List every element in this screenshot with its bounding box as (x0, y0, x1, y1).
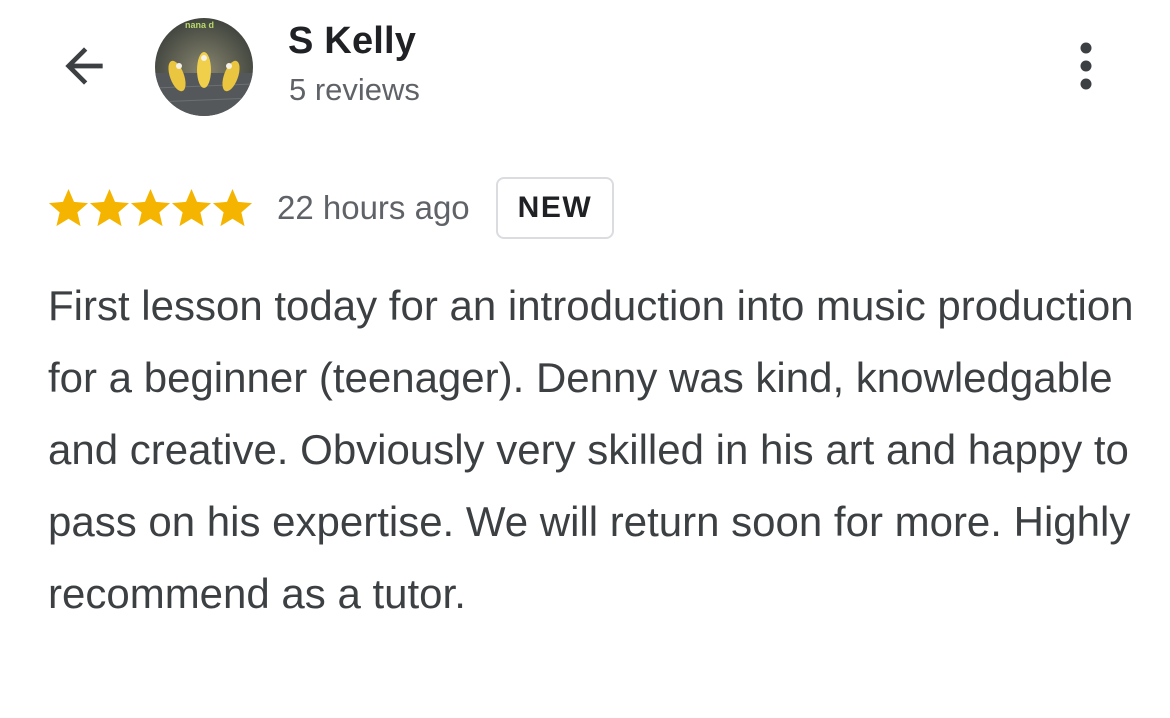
star-icon (130, 188, 171, 226)
more-vertical-icon (1076, 38, 1096, 99)
review-time: 22 hours ago (277, 189, 470, 226)
star-rating (48, 188, 253, 229)
review-text: First lesson today for an introduction i… (48, 282, 1134, 617)
arrow-back-icon (56, 38, 112, 99)
avatar-label: nana d (185, 20, 214, 30)
rating-row: 22 hours ago NEW (48, 176, 615, 240)
review-count: 5 reviews (289, 72, 420, 107)
star-icon (212, 188, 253, 226)
reviewer-name[interactable]: S Kelly (288, 20, 416, 63)
back-button[interactable] (52, 40, 116, 96)
more-options-button[interactable] (1062, 36, 1110, 100)
star-icon (48, 188, 89, 226)
avatar[interactable]: nana d (155, 18, 253, 116)
star-icon (89, 188, 130, 226)
new-badge: NEW (495, 177, 615, 239)
star-icon (171, 188, 212, 226)
